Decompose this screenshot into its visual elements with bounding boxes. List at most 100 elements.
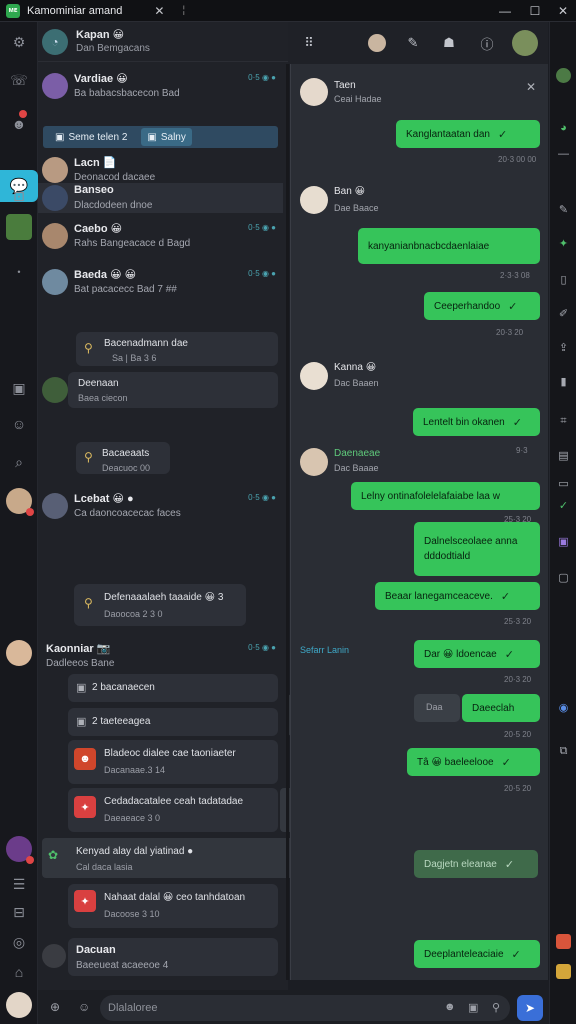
more-icon[interactable]: • xyxy=(9,262,29,282)
file-icon[interactable]: ▭ xyxy=(556,476,571,491)
bubble-title: Bacenadmann dae xyxy=(104,338,188,349)
message-bubble[interactable]: 2 bacanaecen ▣ xyxy=(68,674,278,702)
globe-icon[interactable]: ◎ xyxy=(9,932,29,952)
chat-name: Banseo xyxy=(74,184,114,196)
ghost-message[interactable]: Daa xyxy=(414,694,460,722)
message-bubble[interactable]: 2 taeteeagea ▣ xyxy=(68,708,278,736)
attach-icon[interactable]: ⊕ xyxy=(50,1000,66,1016)
settings-icon[interactable]: ⚙ xyxy=(9,32,29,52)
filter-label: Seme telen 2 xyxy=(68,131,128,143)
close-icon[interactable]: ✕ xyxy=(526,80,536,94)
app-thumbnail-icon: ✦ xyxy=(74,890,96,912)
message-bubble[interactable]: Defenaaalaeh taaaide 😀 3 Daoocoa 2 3 0 ⚲ xyxy=(74,584,246,626)
info-icon[interactable]: ⓘ xyxy=(478,34,496,52)
message-text: Ceeperhandoo xyxy=(434,300,501,312)
avatar[interactable] xyxy=(512,30,538,56)
mic-icon[interactable]: ⚲ xyxy=(492,1001,500,1014)
search-icon[interactable]: ⌕ xyxy=(9,452,29,472)
close-button[interactable]: ✕ xyxy=(548,0,576,22)
edit-icon[interactable]: ✎ xyxy=(404,34,422,52)
outgoing-message[interactable]: Kanglantaatan dan ✓ xyxy=(396,120,540,148)
chat-name: Kaonniar 📷 xyxy=(46,643,111,655)
outgoing-message[interactable]: Ceeperhandoo ✓ xyxy=(424,292,540,320)
avatar[interactable] xyxy=(6,992,32,1018)
dash-icon[interactable]: — xyxy=(556,146,571,161)
grid-icon[interactable]: ⠿ xyxy=(300,34,318,52)
maximize-button[interactable]: ☐ xyxy=(520,0,550,22)
outgoing-message[interactable]: Tâ 😀 baeleelooe ✓ xyxy=(407,748,540,776)
contact-status: Ceai Hadae xyxy=(334,94,382,104)
tab-close-icon[interactable]: ✕ xyxy=(154,4,164,18)
avatar[interactable] xyxy=(6,214,32,240)
list-icon[interactable]: ☰ xyxy=(9,874,29,894)
outgoing-message[interactable]: Lelny ontinafolelelafaiabe laa w xyxy=(351,482,540,510)
archive-icon[interactable]: ▣ xyxy=(9,378,29,398)
outgoing-message[interactable]: Deeplanteleaciaie ✓ xyxy=(414,940,540,968)
list-item[interactable]: Caebo 😀 Rahs Bangeacace d Bagd 0·5 ◉ ● xyxy=(38,216,288,256)
list-header[interactable]: ◔ Kapan 😀 Dan Bemgacans xyxy=(38,22,288,62)
tag-icon[interactable]: ⌗ xyxy=(556,414,571,429)
profile-avatar[interactable]: ◔ xyxy=(42,28,68,55)
window-icon[interactable]: ⧉ xyxy=(556,744,571,759)
minus-icon[interactable]: ⊟ xyxy=(9,902,29,922)
message-text: Dar 😀 ldoencae xyxy=(424,648,497,660)
window-title: Kamominiar amand xyxy=(27,4,123,17)
outgoing-message[interactable]: Dar 😀 ldoencae ✓ xyxy=(414,640,540,668)
people-icon[interactable]: ☗ xyxy=(440,34,458,52)
app-icon[interactable] xyxy=(556,964,571,979)
calls-icon[interactable]: ☏ xyxy=(9,70,29,90)
message-bubble[interactable]: Cedadacatalee ceah tadatadae Daeaeace 3 … xyxy=(68,788,278,832)
panel-divider[interactable] xyxy=(286,64,289,980)
list-item[interactable]: Dacuan Baeeueat acaeeoe 4 xyxy=(38,938,288,978)
message-bubble[interactable]: Bacenadmann dae Sa | Ba 3 6 ⚲ xyxy=(76,332,278,366)
outgoing-message[interactable]: Daeeclah xyxy=(462,694,540,722)
forward-label: Sefarr Lanin xyxy=(300,645,350,655)
emoji-icon[interactable]: ☺ xyxy=(9,414,29,434)
outgoing-message[interactable]: Dagjetn eleanae ✓ xyxy=(414,850,538,878)
message-text: Daeeclah xyxy=(472,702,515,714)
list-item[interactable]: Baeda 😀 😀 Bat pacacecc Bad 7 ## 0·5 ◉ ● xyxy=(38,262,288,302)
bookmark-icon[interactable]: ▮ xyxy=(556,374,571,389)
message-bubble[interactable]: Nahaat dalal 😀 ceo tanhdatoan Dacoose 3 … xyxy=(68,884,278,928)
minimize-button[interactable]: — xyxy=(490,0,520,22)
avatar[interactable] xyxy=(368,34,386,52)
check-icon[interactable]: ✓ xyxy=(556,498,571,513)
avatar[interactable] xyxy=(6,640,32,666)
message-bubble[interactable]: Kenyad alay dal yiatinad ● Cal daca lasi… xyxy=(68,840,278,880)
share-icon[interactable]: ⇪ xyxy=(556,340,571,355)
app-icon[interactable] xyxy=(556,934,571,949)
list-item[interactable]: Vardiae 😀 Ba babacsbacecon Bad 0·5 ◉ ● xyxy=(38,66,288,106)
outgoing-message[interactable]: Lentelt bin okanen ✓ xyxy=(413,408,540,436)
message-bubble[interactable]: Bladeoc dialee cae taoniaeter Dacanaae.3… xyxy=(68,740,278,784)
list-item[interactable]: Lcebat 😀 ● Ca daoncoacecac faces 0·5 ◉ ● xyxy=(38,486,288,526)
box-icon[interactable]: ▢ xyxy=(556,570,571,585)
filter-chip-selected[interactable]: ▣ Salny xyxy=(141,128,192,146)
message-text: Deeplanteleaciaie xyxy=(424,948,504,960)
outgoing-message[interactable]: kanyanianbnacbcdaenlaiae xyxy=(358,228,540,264)
media-icon[interactable]: ▣ xyxy=(556,534,571,549)
contacts-icon[interactable]: ⌂ xyxy=(9,962,29,982)
ghost-label: Daa xyxy=(426,702,443,712)
filter-chip[interactable]: ▣ Seme telen 2 xyxy=(49,128,133,146)
brush-icon[interactable]: ✐ xyxy=(556,306,571,321)
stories-icon[interactable]: ⊡ xyxy=(9,186,29,206)
list-item[interactable]: Banseo Dlacdodeen dnoe xyxy=(38,178,288,218)
message-bubble[interactable]: Bacaeaats Deacuoc 00 ⚲ xyxy=(76,442,170,474)
send-icon[interactable]: ➤ xyxy=(517,995,543,1021)
avatar[interactable] xyxy=(556,68,571,83)
list-item[interactable]: Kaonniar 📷 Dadleeos Bane 0·5 ◉ ● xyxy=(38,636,288,676)
chat-meta: 0·5 ◉ ● xyxy=(248,643,276,652)
outgoing-message[interactable]: Dalnelsceolaee anna dddodtiald xyxy=(414,522,540,576)
outgoing-message[interactable]: Beaar lanegamceaceve. ✓ xyxy=(375,582,540,610)
message-bubble[interactable]: Deenaan Baea ciecon xyxy=(68,372,278,408)
wand-icon[interactable]: ✦ xyxy=(556,236,571,251)
sticker-icon[interactable]: ☺ xyxy=(78,1000,94,1016)
gif-icon[interactable]: ▣ xyxy=(468,1001,478,1014)
robot-icon[interactable]: ☻ xyxy=(9,114,29,134)
emoji-icon[interactable]: ☻ xyxy=(444,1001,456,1013)
doc-icon[interactable]: ▯ xyxy=(556,272,571,287)
chat-icon[interactable]: ◕ xyxy=(556,120,571,135)
calendar-icon[interactable]: ▤ xyxy=(556,448,571,463)
location-icon[interactable]: ◉ xyxy=(556,700,571,715)
pencil-icon[interactable]: ✎ xyxy=(556,202,571,217)
